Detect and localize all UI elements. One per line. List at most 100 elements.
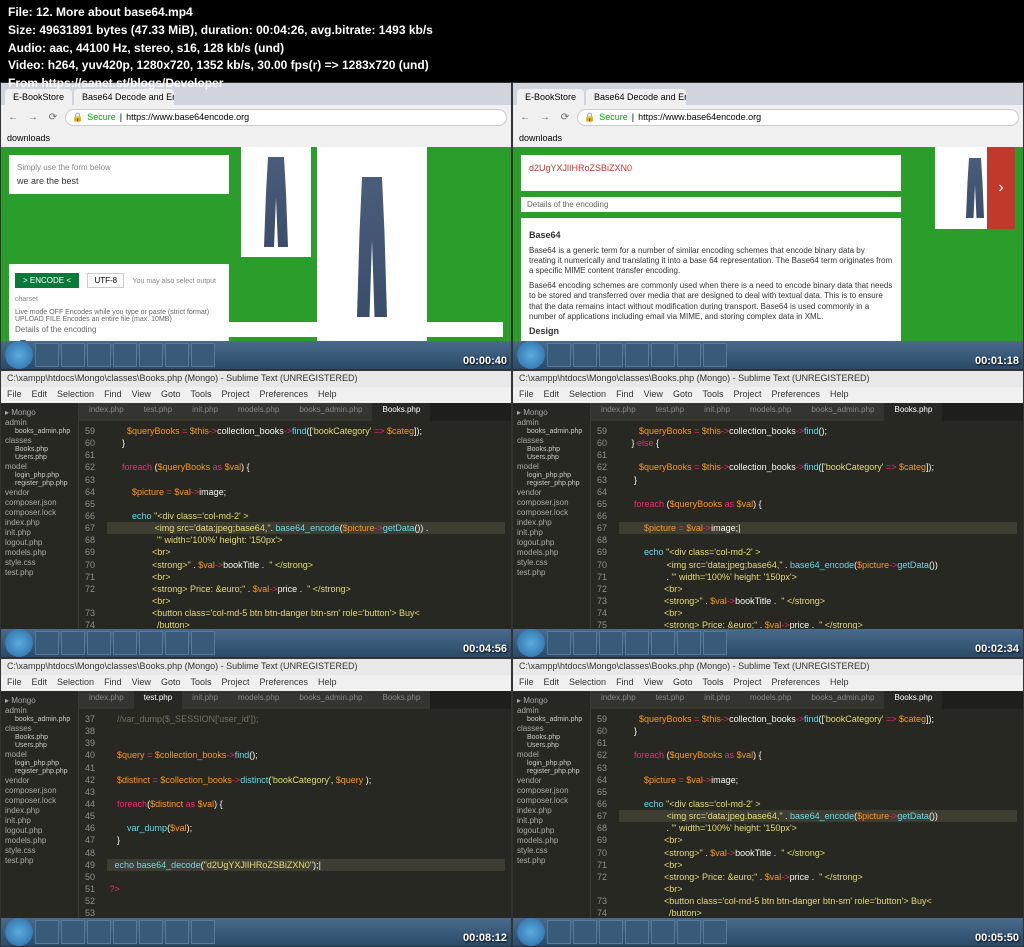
file-tree-item[interactable]: index.php	[517, 518, 586, 527]
menu-item[interactable]: Tools	[702, 389, 723, 401]
editor-tab[interactable]: index.php	[79, 403, 134, 421]
editor-tab[interactable]: Books.php	[372, 403, 430, 421]
menu-item[interactable]: View	[644, 389, 663, 401]
file-tree[interactable]: ▸ Mongoadmin books_admin.phpclasses Book…	[513, 403, 591, 657]
file-tree-item[interactable]: style.css	[517, 846, 586, 855]
editor-tab[interactable]: books_admin.php	[289, 403, 372, 421]
menu-item[interactable]: Project	[221, 677, 249, 689]
menu-item[interactable]: File	[519, 389, 534, 401]
reload-icon[interactable]: ⟳	[45, 109, 61, 125]
menu-bar[interactable]: FileEditSelectionFindViewGotoToolsProjec…	[513, 387, 1023, 403]
start-button[interactable]	[5, 341, 33, 369]
file-tree-item[interactable]: model	[5, 462, 74, 471]
file-tree-item[interactable]: init.php	[517, 528, 586, 537]
menu-item[interactable]: View	[132, 677, 151, 689]
menu-item[interactable]: Edit	[544, 677, 560, 689]
file-tree-item[interactable]: books_admin.php	[517, 716, 586, 723]
file-tree-item[interactable]: Books.php	[517, 446, 586, 453]
file-tree-item[interactable]: composer.lock	[517, 796, 586, 805]
menu-item[interactable]: Selection	[57, 389, 94, 401]
menu-item[interactable]: Project	[733, 677, 761, 689]
file-tree-item[interactable]: books_admin.php	[517, 428, 586, 435]
encode-button[interactable]: > ENCODE <	[15, 273, 79, 288]
file-tree-item[interactable]: model	[517, 462, 586, 471]
file-tree-item[interactable]: composer.lock	[5, 508, 74, 517]
back-icon[interactable]: ←	[5, 109, 21, 125]
bookmark-item[interactable]: downloads	[519, 133, 562, 143]
task-icon[interactable]	[139, 343, 163, 367]
menu-item[interactable]: Goto	[673, 677, 693, 689]
menu-item[interactable]: Tools	[702, 677, 723, 689]
file-tree-item[interactable]: init.php	[5, 816, 74, 825]
editor-tab[interactable]: models.php	[740, 691, 801, 709]
file-tree-item[interactable]: index.php	[517, 806, 586, 815]
menu-item[interactable]: Preferences	[259, 677, 308, 689]
menu-item[interactable]: Help	[830, 389, 849, 401]
menu-item[interactable]: File	[519, 677, 534, 689]
code-editor[interactable]: $queryBooks = $this->collection_books->f…	[613, 421, 1023, 657]
file-tree-item[interactable]: Users.php	[5, 742, 74, 749]
file-tree-item[interactable]: vendor	[517, 488, 586, 497]
menu-item[interactable]: Selection	[569, 389, 606, 401]
file-tree-item[interactable]: register_php.php	[517, 768, 586, 775]
forward-icon[interactable]: →	[25, 109, 41, 125]
file-tree-item[interactable]: logout.php	[517, 826, 586, 835]
browser-tab[interactable]: Base64 Decode and Enc...	[586, 89, 686, 105]
file-tree-item[interactable]: login_php.php	[5, 760, 74, 767]
editor-tab[interactable]: init.php	[182, 691, 228, 709]
menu-item[interactable]: Find	[616, 389, 634, 401]
file-tree-item[interactable]: models.php	[5, 548, 74, 557]
ad-next-icon[interactable]: ›	[987, 147, 1015, 229]
editor-tab[interactable]: Books.php	[884, 403, 942, 421]
file-tree[interactable]: ▸ Mongoadmin books_admin.phpclasses Book…	[1, 691, 79, 946]
file-tree-item[interactable]: classes	[5, 724, 74, 733]
editor-tab[interactable]: models.php	[228, 691, 289, 709]
file-tree-item[interactable]: Users.php	[517, 742, 586, 749]
menu-bar[interactable]: FileEditSelectionFindViewGotoToolsProjec…	[1, 387, 511, 403]
file-tree-item[interactable]: test.php	[517, 568, 586, 577]
editor-tab[interactable]: test.php	[646, 691, 694, 709]
file-tree-item[interactable]: Books.php	[5, 446, 74, 453]
file-tree-item[interactable]: admin	[517, 418, 586, 427]
menu-item[interactable]: Edit	[544, 389, 560, 401]
file-tree-item[interactable]: admin	[5, 706, 74, 715]
task-icon[interactable]	[165, 343, 189, 367]
menu-item[interactable]: Goto	[673, 389, 693, 401]
file-tree-item[interactable]: vendor	[517, 776, 586, 785]
task-icon[interactable]	[61, 343, 85, 367]
file-tree-item[interactable]: composer.json	[5, 786, 74, 795]
file-tree-item[interactable]: Books.php	[5, 734, 74, 741]
file-tree-item[interactable]: index.php	[5, 518, 74, 527]
editor-tab[interactable]: models.php	[740, 403, 801, 421]
file-tree-item[interactable]: login_php.php	[517, 760, 586, 767]
code-editor[interactable]: $queryBooks = $this->collection_books->f…	[613, 709, 1023, 946]
file-tree-item[interactable]: logout.php	[517, 538, 586, 547]
menu-item[interactable]: Find	[616, 677, 634, 689]
file-tree-item[interactable]: composer.lock	[517, 508, 586, 517]
menu-item[interactable]: View	[644, 677, 663, 689]
menu-item[interactable]: Goto	[161, 389, 181, 401]
menu-item[interactable]: Preferences	[259, 389, 308, 401]
menu-item[interactable]: View	[132, 389, 151, 401]
file-tree-item[interactable]: register_php.php	[5, 768, 74, 775]
bookmark-item[interactable]: downloads	[7, 133, 50, 143]
taskbar[interactable]	[513, 341, 1023, 369]
menu-item[interactable]: Find	[104, 677, 122, 689]
menu-item[interactable]: Tools	[190, 389, 211, 401]
menu-item[interactable]: File	[7, 389, 22, 401]
editor-tab[interactable]: books_admin.php	[801, 403, 884, 421]
editor-tab[interactable]: Books.php	[884, 691, 942, 709]
file-tree-item[interactable]: test.php	[517, 856, 586, 865]
file-tree-item[interactable]: login_php.php	[5, 472, 74, 479]
file-tree-item[interactable]: test.php	[5, 856, 74, 865]
file-tree-item[interactable]: register_php.php	[517, 480, 586, 487]
menu-bar[interactable]: FileEditSelectionFindViewGotoToolsProjec…	[513, 675, 1023, 691]
task-icon[interactable]	[35, 343, 59, 367]
editor-tab[interactable]: test.php	[134, 691, 182, 709]
charset-select[interactable]: UTF-8	[87, 273, 124, 288]
task-icon[interactable]	[113, 343, 137, 367]
editor-tab[interactable]: books_admin.php	[289, 691, 372, 709]
file-tree-item[interactable]: logout.php	[5, 538, 74, 547]
start-button[interactable]	[517, 918, 545, 946]
editor-tab[interactable]: init.php	[694, 691, 740, 709]
